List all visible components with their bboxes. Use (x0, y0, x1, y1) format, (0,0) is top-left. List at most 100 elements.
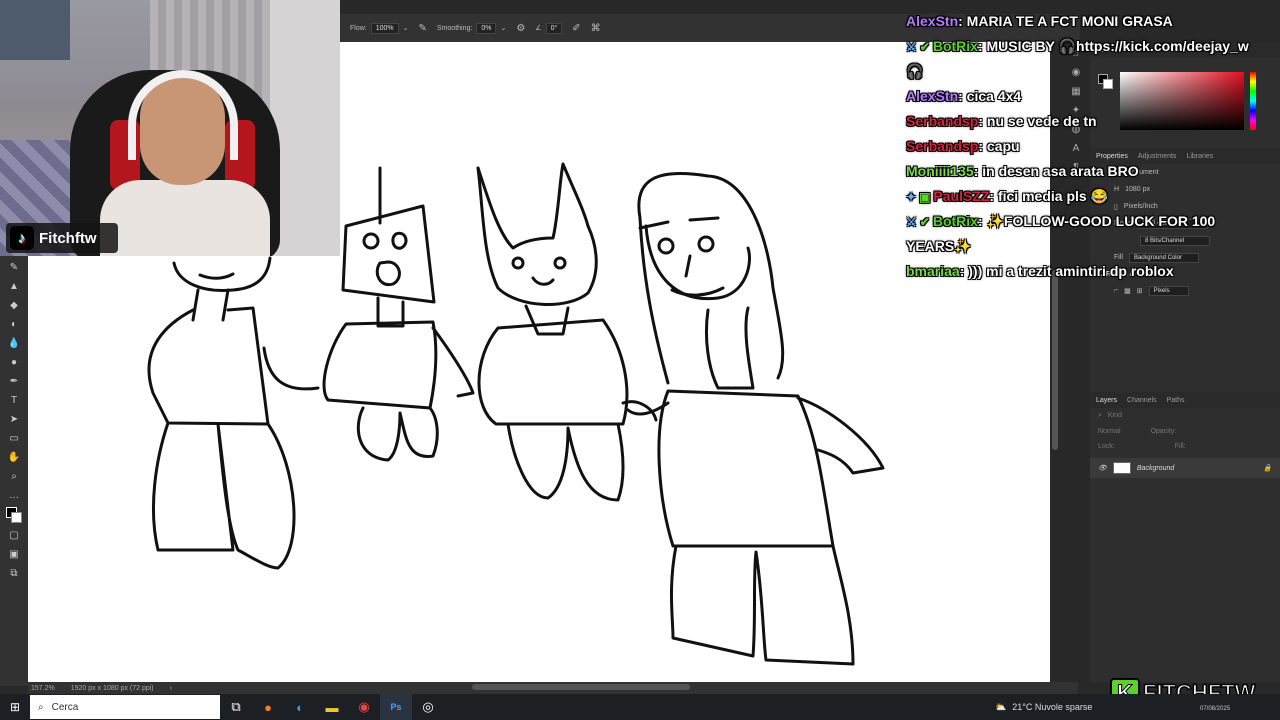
zoom-tool-icon[interactable]: ⌕ (5, 469, 23, 483)
obs-icon[interactable]: ◎ (412, 694, 444, 720)
vertical-scrollbar[interactable] (1052, 270, 1058, 450)
figure-4-legs (669, 544, 855, 666)
edit-toolbar-icon[interactable]: ⧉ (5, 566, 23, 580)
tiktok-logo-icon: ♪ (10, 226, 34, 250)
file-explorer-icon[interactable]: ▬ (316, 694, 348, 720)
background-color[interactable] (11, 512, 22, 523)
shape-tool-icon[interactable]: ▭ (5, 431, 23, 445)
tab-layers[interactable]: Layers (1096, 397, 1117, 404)
more-tools-icon[interactable]: … (5, 488, 23, 502)
lock-label: Lock: (1098, 443, 1115, 450)
chevron-down-icon[interactable]: ⌄ (500, 24, 506, 32)
chat-message: Serbandsp: capu (906, 135, 1280, 158)
taskbar-search[interactable]: ⌕ Cerca (30, 695, 220, 719)
chat-text: : cica 4x4 (958, 88, 1022, 104)
symmetry-icon[interactable]: ⌘ (591, 23, 601, 34)
chrome-icon[interactable]: ◉ (348, 694, 380, 720)
flow-input[interactable]: 100% (370, 22, 399, 34)
angle-input[interactable]: 0° (545, 22, 563, 34)
blur-tool-icon[interactable]: 💧 (5, 336, 23, 350)
guides-icon[interactable]: ⊞ (1137, 287, 1143, 295)
tiktok-handle-badge: ♪ Fitchftw (6, 223, 118, 253)
ruler-icon[interactable]: ⌐ (1114, 287, 1118, 294)
screen-mode-icon[interactable]: ▣ (5, 547, 23, 561)
chat-username: AlexStn (906, 88, 959, 104)
photoshop-icon[interactable]: Ps (380, 694, 412, 720)
flow-label: Flow: (350, 24, 367, 32)
taskbar-date[interactable]: 07/08/2025 (1200, 706, 1230, 712)
chat-text: 🎧 (906, 63, 924, 79)
figure-2-eye-l (362, 232, 380, 250)
windows-start-icon[interactable]: ⊞ (0, 694, 30, 720)
blend-row: Normal Opacity: (1090, 424, 1280, 439)
chat-message: ✦ ▣ PaulSZZ: fici media pls 😂 (906, 185, 1280, 209)
airbrush-icon[interactable]: ✎ (419, 23, 427, 34)
weather-icon: ⛅ (995, 701, 1007, 712)
chat-badge-icon: ✔ (919, 40, 930, 54)
figure-3-body (477, 318, 629, 426)
figure-2-head (341, 204, 436, 304)
pressure-icon[interactable]: ✐ (572, 23, 580, 34)
chevron-right-icon[interactable]: › (170, 685, 172, 692)
grid-icon[interactable]: ▦ (1124, 287, 1131, 295)
layer-name[interactable]: Background (1137, 465, 1174, 472)
hand-tool-icon[interactable]: ✋ (5, 450, 23, 464)
zoom-level[interactable]: 157.2% (31, 685, 55, 692)
angle-option[interactable]: ∠ 0° (535, 22, 563, 34)
screen: Flow: 100% ⌄ ✎ Smoothing: 0% ⌄ ⚙ ∠ 0° ✐ … (0, 0, 1280, 720)
webcam-overlay (0, 0, 340, 256)
wall-picture (0, 0, 70, 60)
smoothing-input[interactable]: 0% (476, 22, 497, 34)
chat-badge-icon: ▣ (919, 190, 931, 204)
stamp-tool-icon[interactable]: ▲ (5, 279, 23, 293)
tab-channels[interactable]: Channels (1127, 397, 1157, 404)
chat-message: ⚔ ✔ BotRix: ✨FOLLOW-GOOD LUCK FOR 100 (906, 210, 1280, 234)
chat-username: Serbandsp (906, 138, 979, 154)
pen-tool-icon[interactable]: ✒ (5, 374, 23, 388)
units-select[interactable]: Pixels (1148, 285, 1189, 296)
chat-username: BotRix (932, 213, 978, 229)
chat-text: : nu se vede de tn (978, 113, 1097, 129)
path-select-tool-icon[interactable]: ➤ (5, 412, 23, 426)
horizontal-scrollbar[interactable] (472, 684, 690, 690)
blend-mode-select[interactable]: Normal (1098, 428, 1121, 435)
type-tool-icon[interactable]: T (5, 393, 23, 407)
gear-icon[interactable]: ⚙ (516, 23, 525, 34)
chat-username: bmariaa (906, 263, 960, 279)
figure-4-eye-r (697, 235, 715, 253)
edge-icon[interactable]: ◐ (284, 694, 316, 720)
smoothing-option[interactable]: Smoothing: 0% ⌄ (437, 22, 506, 34)
chevron-down-icon[interactable]: ⌄ (403, 24, 409, 32)
task-view-icon[interactable]: ⧉ (220, 694, 252, 720)
tab-paths[interactable]: Paths (1167, 397, 1185, 404)
wall (270, 0, 340, 256)
chat-text: : ))) mi a trezit amintiri dp roblox (959, 263, 1174, 279)
figure-4-arm-r (796, 396, 885, 475)
chat-username: BotRix (932, 38, 978, 54)
search-placeholder: Cerca (51, 701, 79, 713)
firefox-icon[interactable]: ● (252, 694, 284, 720)
chat-text: YEARS✨ (906, 238, 972, 254)
quick-mask-icon[interactable]: ▢ (5, 528, 23, 542)
brush-tool-icon[interactable]: ✎ (5, 260, 23, 274)
figure-4-nose (684, 254, 692, 278)
chat-username: PaulSZZ (933, 188, 990, 204)
chat-text: : MUSIC BY 🎧https://kick.com/deejay_w (977, 38, 1249, 54)
weather-widget[interactable]: ⛅ 21°C Nuvole sparse (995, 694, 1092, 720)
figure-2-body (322, 320, 438, 410)
dodge-tool-icon[interactable]: ● (5, 355, 23, 369)
layer-row-background[interactable]: 👁 Background 🔒 (1090, 458, 1280, 478)
figure-2-arm-r (431, 326, 475, 398)
chat-message: AlexStn: cica 4x4 (906, 85, 1280, 108)
figure-3-neck (524, 304, 570, 336)
eye-icon[interactable]: 👁 (1098, 464, 1107, 472)
kind-filter[interactable]: Kind (1108, 412, 1122, 420)
chat-text: : capu (978, 138, 1020, 154)
color-swatches[interactable] (6, 507, 22, 523)
eraser-tool-icon[interactable]: ◆ (5, 298, 23, 312)
flow-option[interactable]: Flow: 100% ⌄ (350, 22, 409, 34)
fill-opacity-label: Fill: (1174, 443, 1186, 450)
bucket-tool-icon[interactable]: ◐ (5, 317, 23, 331)
figure-2-legs (356, 406, 439, 462)
figure-2-arm-l (262, 346, 320, 391)
